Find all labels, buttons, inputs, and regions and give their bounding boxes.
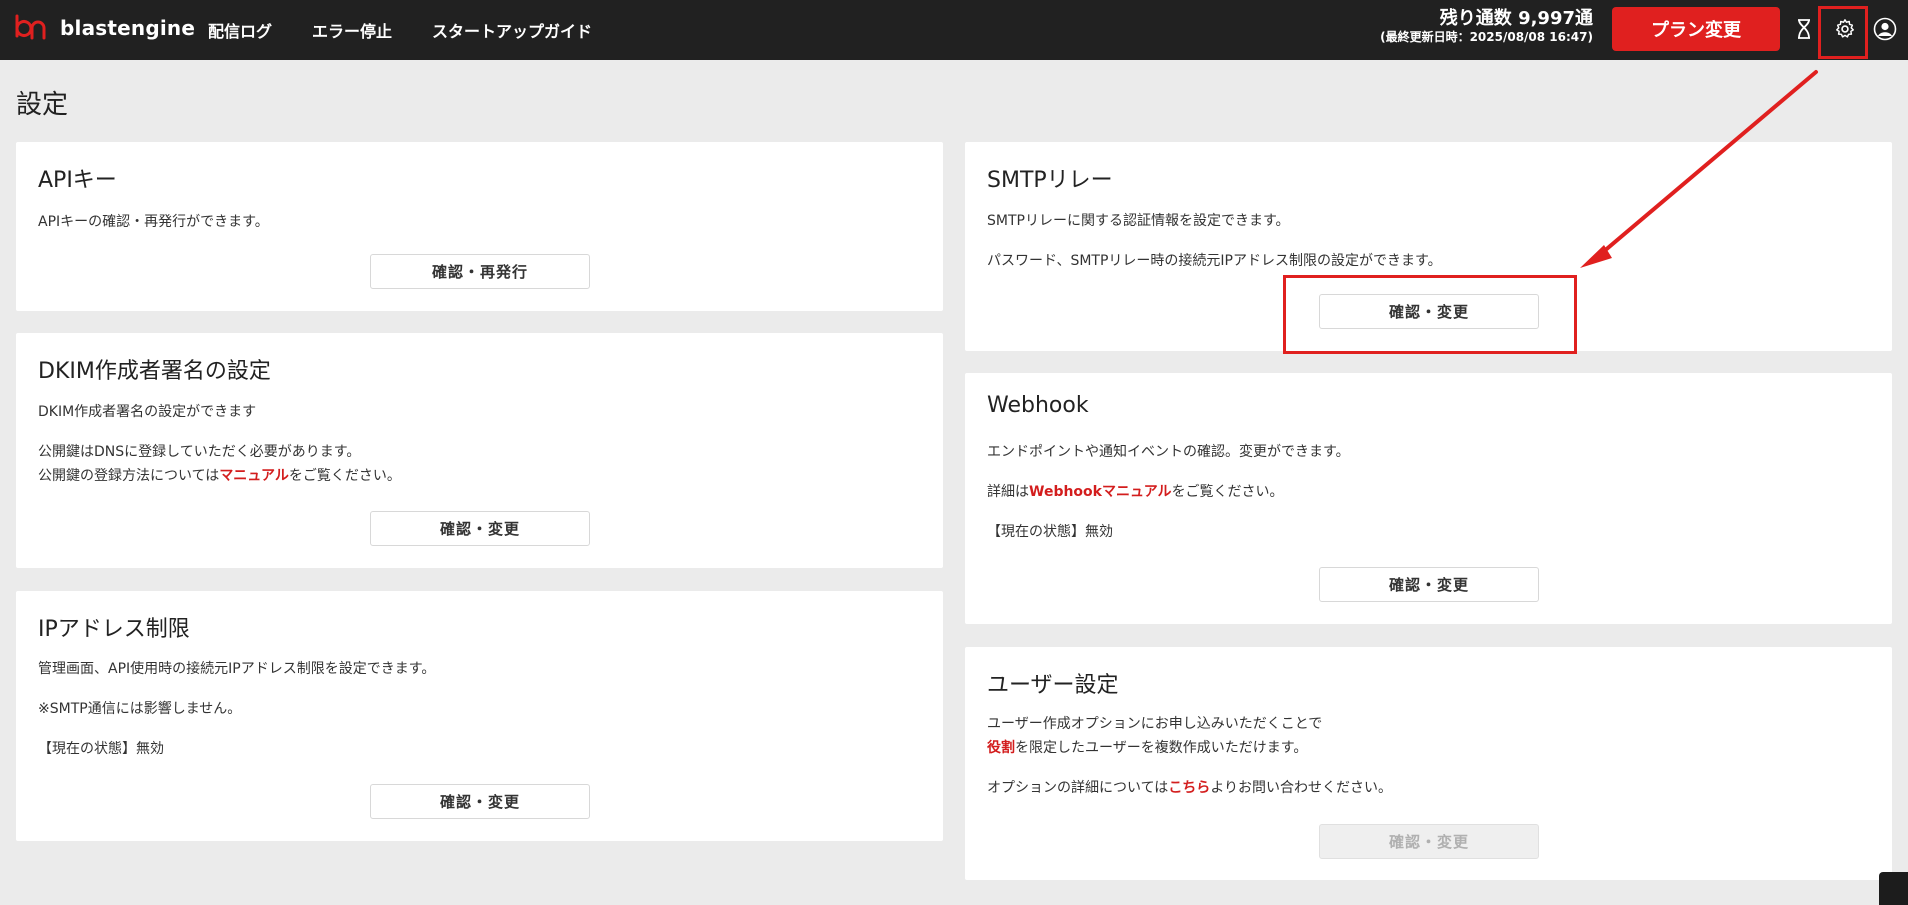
dkim-manual-link[interactable]: マニュアル: [219, 468, 289, 484]
dkim-card: DKIM作成者署名の設定 DKIM作成者署名の設定ができます 公開鍵はDNSに登…: [16, 333, 943, 568]
dkim-dns-note: 公開鍵はDNSに登録していただく必要があります。: [38, 444, 361, 460]
dkim-desc: DKIM作成者署名の設定ができます: [38, 404, 257, 420]
gear-icon[interactable]: [1831, 14, 1859, 44]
role-link[interactable]: 役割: [987, 740, 1015, 756]
smtp-relay-card: SMTPリレー SMTPリレーに関する認証情報を設定できます。 パスワード、SM…: [965, 142, 1892, 351]
top-header: blastengine 配信ログ エラー停止 スタートアップガイド 残り通数 9…: [0, 0, 1908, 60]
webhook-manual-note: 詳細はWebhookマニュアルをご覧ください。: [987, 480, 1284, 504]
api-key-card: APIキー APIキーの確認・再発行ができます。 確認・再発行: [16, 142, 943, 311]
user-contact-note: オプションの詳細についてはこちらよりお問い合わせください。: [987, 776, 1392, 800]
user-role-note: 役割を限定したユーザーを複数作成いただけます。: [987, 736, 1307, 760]
dkim-manual-after: をご覧ください。: [288, 468, 401, 484]
user-option-desc: ユーザー作成オプションにお申し込みいただくことで: [987, 716, 1323, 732]
remaining-count-panel: 残り通数 9,997通 (最終更新日時：2025/08/08 16:47): [1380, 8, 1593, 44]
user-icon[interactable]: [1871, 14, 1899, 44]
user-settings-change-button[interactable]: 確認・変更: [1319, 824, 1539, 859]
remaining-count: 残り通数 9,997通: [1439, 8, 1593, 29]
contact-after: よりお問い合わせください。: [1210, 780, 1393, 796]
main-nav: 配信ログ エラー停止 スタートアップガイド: [208, 0, 592, 60]
user-settings-title: ユーザー設定: [987, 673, 1119, 698]
api-key-desc: APIキーの確認・再発行ができます。: [38, 214, 269, 230]
dkim-change-button[interactable]: 確認・変更: [370, 511, 590, 546]
webhook-status: 【現在の状態】無効: [987, 524, 1113, 540]
logo-icon: [15, 14, 46, 40]
nav-delivery-log[interactable]: 配信ログ: [208, 18, 272, 42]
user-settings-card: ユーザー設定 ユーザー作成オプションにお申し込みいただくことで 役割を限定したユ…: [965, 647, 1892, 880]
webhook-manual-after: をご覧ください。: [1171, 484, 1284, 500]
dkim-manual-note: 公開鍵の登録方法についてはマニュアルをご覧ください。: [38, 464, 401, 488]
nav-error-stop[interactable]: エラー停止: [312, 18, 392, 42]
smtp-password-note: パスワード、SMTPリレー時の接続元IPアドレス制限の設定ができます。: [987, 253, 1442, 269]
ip-status: 【現在の状態】無効: [38, 741, 164, 757]
api-key-title: APIキー: [38, 168, 117, 193]
plan-change-button[interactable]: プラン変更: [1612, 7, 1780, 51]
webhook-manual-before: 詳細は: [987, 484, 1029, 500]
contact-link[interactable]: こちら: [1168, 780, 1210, 796]
dkim-manual-before: 公開鍵の登録方法については: [38, 468, 220, 484]
chat-widget-button[interactable]: [1879, 872, 1908, 905]
nav-startup-guide[interactable]: スタートアップガイド: [432, 18, 592, 42]
webhook-change-button[interactable]: 確認・変更: [1319, 567, 1539, 602]
ip-change-button[interactable]: 確認・変更: [370, 784, 590, 819]
webhook-title: Webhook: [987, 393, 1089, 418]
last-updated: (最終更新日時：2025/08/08 16:47): [1380, 29, 1593, 44]
contact-before: オプションの詳細については: [987, 780, 1169, 796]
api-key-reissue-button[interactable]: 確認・再発行: [370, 254, 590, 289]
smtp-desc: SMTPリレーに関する認証情報を設定できます。: [987, 213, 1290, 229]
webhook-manual-link[interactable]: Webhookマニュアル: [1029, 484, 1172, 500]
smtp-title: SMTPリレー: [987, 168, 1113, 193]
hourglass-icon[interactable]: [1790, 14, 1818, 44]
webhook-card: Webhook エンドポイントや通知イベントの確認。変更ができます。 詳細はWe…: [965, 373, 1892, 624]
ip-desc: 管理画面、API使用時の接続元IPアドレス制限を設定できます。: [38, 661, 436, 677]
dkim-title: DKIM作成者署名の設定: [38, 359, 271, 384]
role-note-after: を限定したユーザーを複数作成いただけます。: [1015, 740, 1308, 756]
smtp-change-button[interactable]: 確認・変更: [1319, 294, 1539, 329]
ip-title: IPアドレス制限: [38, 617, 190, 642]
ip-restriction-card: IPアドレス制限 管理画面、API使用時の接続元IPアドレス制限を設定できます。…: [16, 591, 943, 841]
page-title: 設定: [16, 90, 69, 120]
ip-smtp-note: ※SMTP通信には影響しません。: [38, 701, 242, 717]
logo[interactable]: blastengine: [14, 14, 195, 42]
logo-text: blastengine: [60, 16, 196, 40]
webhook-desc: エンドポイントや通知イベントの確認。変更ができます。: [987, 444, 1350, 460]
